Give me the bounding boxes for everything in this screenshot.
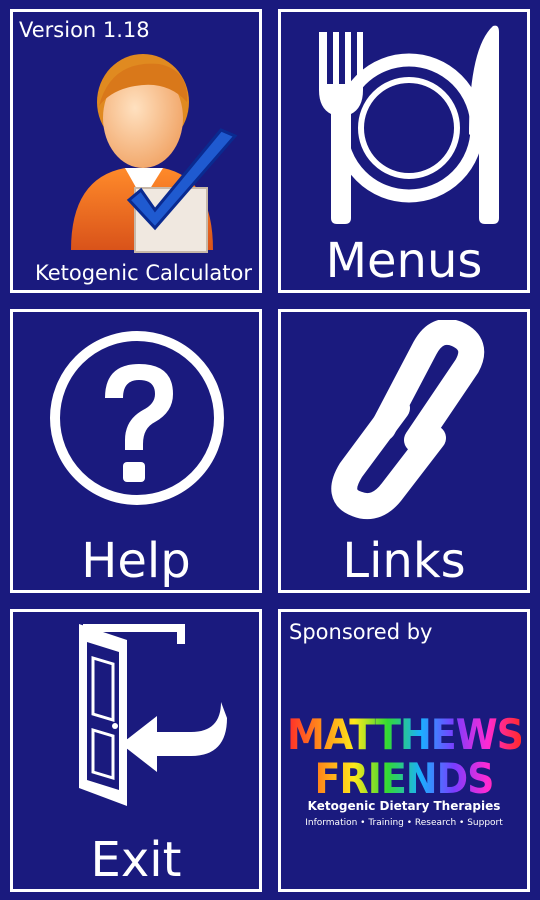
version-label: Version 1.18 bbox=[19, 18, 150, 42]
help-tile[interactable]: Help bbox=[10, 309, 262, 593]
logo-tagline: Information • Training • Research • Supp… bbox=[305, 818, 503, 828]
ketogenic-calculator-tile[interactable]: Version 1.18 Ketogenic Calculator bbox=[10, 9, 262, 293]
menus-tile[interactable]: Menus bbox=[278, 9, 530, 293]
logo-subtitle: Ketogenic Dietary Therapies bbox=[307, 799, 501, 813]
plate-fork-knife-icon bbox=[319, 25, 499, 224]
links-tile[interactable]: Links bbox=[278, 309, 530, 593]
door-exit-arrow-icon bbox=[79, 624, 227, 806]
exit-label: Exit bbox=[90, 832, 182, 888]
links-label: Links bbox=[342, 533, 466, 589]
matthews-friends-logo: MATTHEWS FRIENDS bbox=[287, 710, 524, 803]
sponsor-tile[interactable]: Sponsored by MATTHEWS FRIENDS Ketogenic … bbox=[278, 609, 530, 892]
help-label: Help bbox=[81, 533, 191, 589]
sponsored-by-heading: Sponsored by bbox=[289, 620, 433, 644]
user-checkmark-icon bbox=[71, 54, 238, 253]
menus-label: Menus bbox=[325, 233, 483, 289]
ketogenic-calculator-label: Ketogenic Calculator bbox=[35, 261, 252, 285]
chain-link-icon bbox=[331, 320, 485, 520]
exit-tile[interactable]: Exit bbox=[10, 609, 262, 892]
question-mark-circle-icon bbox=[50, 331, 224, 505]
